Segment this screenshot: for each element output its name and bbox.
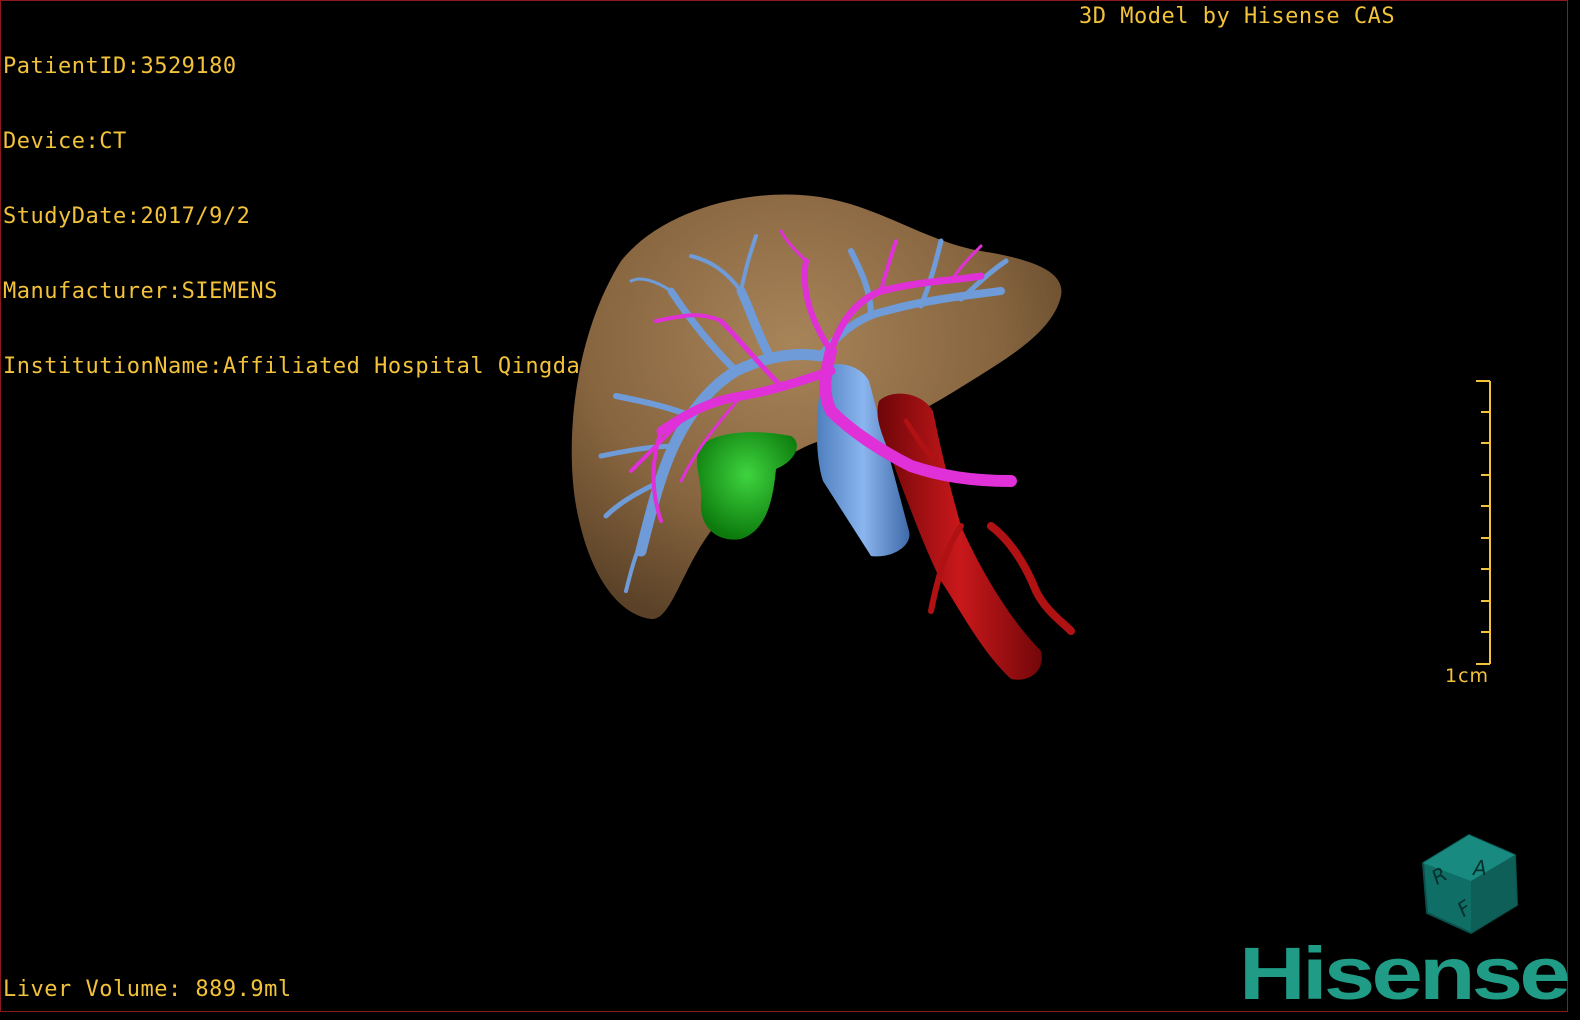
patient-id-text: PatientID:3529180 bbox=[3, 54, 237, 79]
device-text: Device:CT bbox=[3, 129, 127, 154]
model-brand-caption: 3D Model by Hisense CAS bbox=[1079, 4, 1396, 29]
logo-text: Hisense bbox=[1239, 937, 1568, 1007]
cube-face-a: A bbox=[1471, 856, 1487, 880]
3d-viewport[interactable]: PatientID:3529180 Device:CT StudyDate:20… bbox=[0, 0, 1569, 1012]
scale-bar-label: 1cm bbox=[1445, 665, 1490, 687]
liver-surface bbox=[571, 194, 1062, 620]
hisense-logo: Hisense bbox=[1239, 937, 1569, 1007]
liver-volume-readout: Liver Volume: 889.9ml bbox=[3, 977, 292, 1002]
liver-3d-model[interactable] bbox=[541, 181, 1101, 701]
orientation-cube-icon[interactable]: R A F bbox=[1419, 833, 1521, 937]
scale-bar bbox=[1476, 380, 1491, 665]
gallbladder bbox=[696, 432, 797, 540]
